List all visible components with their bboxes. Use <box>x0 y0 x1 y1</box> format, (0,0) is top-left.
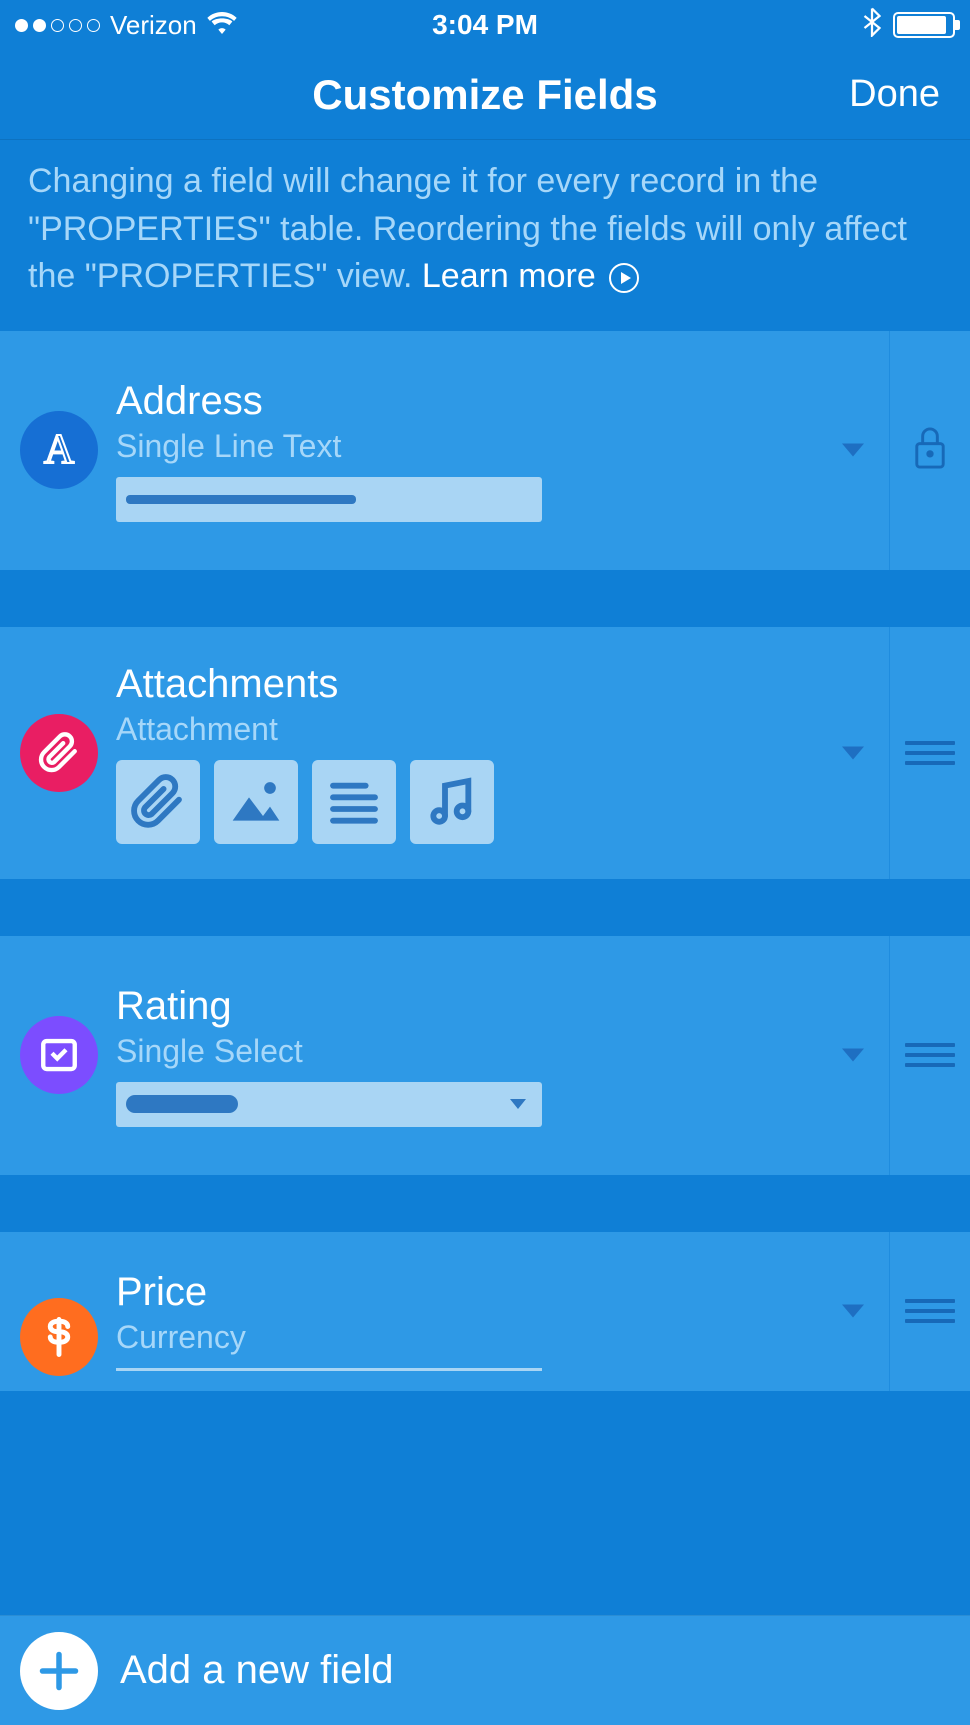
attachment-preview-icons <box>116 760 869 844</box>
chevron-down-icon[interactable] <box>842 746 864 759</box>
attach-audio-icon <box>410 760 494 844</box>
nav-bar: Customize Fields Done <box>0 50 970 140</box>
paperclip-icon <box>20 714 98 792</box>
field-type: Currency <box>116 1319 869 1356</box>
field-preview <box>116 1368 869 1371</box>
chevron-down-icon[interactable] <box>842 1049 864 1062</box>
drag-handle[interactable] <box>890 627 970 879</box>
field-main[interactable]: Price Currency <box>0 1232 890 1391</box>
dollar-icon <box>20 1298 98 1376</box>
field-content: Attachments Attachment <box>116 662 869 844</box>
add-field-button[interactable]: Add a new field <box>0 1615 970 1725</box>
drag-icon <box>905 741 955 765</box>
drag-icon <box>905 1043 955 1067</box>
attach-file-icon <box>116 760 200 844</box>
learn-more-link[interactable]: Learn more <box>422 257 596 295</box>
add-field-label: Add a new field <box>120 1648 394 1693</box>
field-row-rating[interactable]: Rating Single Select <box>0 936 970 1176</box>
field-type: Single Select <box>116 1033 869 1070</box>
bluetooth-icon <box>863 7 881 44</box>
status-right <box>538 7 955 44</box>
field-main[interactable]: Rating Single Select <box>0 936 890 1175</box>
field-row-address[interactable]: A Address Single Line Text <box>0 331 970 571</box>
field-main[interactable]: Attachments Attachment <box>0 627 890 879</box>
wifi-icon <box>207 9 237 41</box>
field-lock <box>890 331 970 570</box>
page-title: Customize Fields <box>30 71 940 119</box>
field-name: Address <box>116 379 869 424</box>
field-preview <box>116 477 869 522</box>
text-a-icon: A <box>20 411 98 489</box>
field-list: A Address Single Line Text Attachments <box>0 331 970 1392</box>
battery-icon <box>893 12 955 38</box>
field-preview <box>116 1082 869 1127</box>
status-time: 3:04 PM <box>432 9 538 41</box>
drag-handle[interactable] <box>890 1232 970 1391</box>
field-content: Price Currency <box>116 1270 869 1371</box>
status-bar: Verizon 3:04 PM <box>0 0 970 50</box>
lock-icon <box>912 426 948 475</box>
done-button[interactable]: Done <box>849 73 940 116</box>
field-main[interactable]: A Address Single Line Text <box>0 331 890 570</box>
attach-document-icon <box>312 760 396 844</box>
chevron-down-icon[interactable] <box>842 1305 864 1318</box>
field-row-price[interactable]: Price Currency <box>0 1232 970 1392</box>
field-type: Attachment <box>116 711 869 748</box>
attach-image-icon <box>214 760 298 844</box>
field-name: Attachments <box>116 662 869 707</box>
field-type: Single Line Text <box>116 428 869 465</box>
field-name: Price <box>116 1270 869 1315</box>
drag-handle[interactable] <box>890 936 970 1175</box>
field-content: Address Single Line Text <box>116 379 869 522</box>
signal-strength-icon <box>15 19 100 32</box>
info-text: Changing a field will change it for ever… <box>0 140 970 331</box>
field-content: Rating Single Select <box>116 984 869 1127</box>
field-name: Rating <box>116 984 869 1029</box>
status-left: Verizon <box>15 9 432 41</box>
carrier-label: Verizon <box>110 10 197 41</box>
field-row-attachments[interactable]: Attachments Attachment <box>0 627 970 880</box>
plus-icon <box>20 1632 98 1710</box>
drag-icon <box>905 1299 955 1323</box>
select-icon <box>20 1016 98 1094</box>
play-icon[interactable] <box>609 263 639 293</box>
chevron-down-icon[interactable] <box>842 444 864 457</box>
